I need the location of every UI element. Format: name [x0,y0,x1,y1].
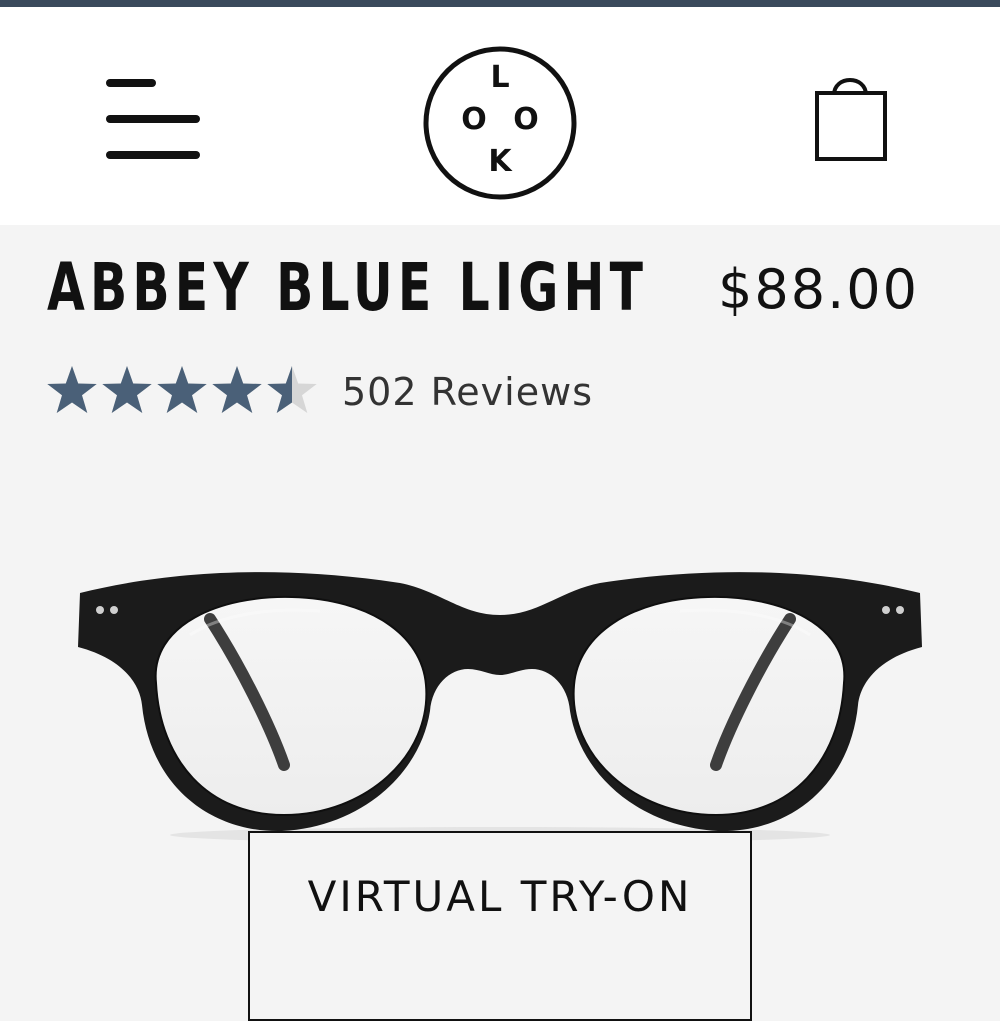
menu-button[interactable] [100,75,204,165]
logo-letter-4: K [488,144,513,179]
virtual-try-on-label: VIRTUAL TRY-ON [307,872,693,921]
star-icon [212,366,262,413]
shopping-bag-icon [815,78,887,161]
logo-letter-3: O [513,102,539,137]
logo-letter-2: O [461,102,487,137]
top-accent-strip [0,0,1000,7]
star-icon [47,366,97,413]
product-title: ABBEY BLUE LIGHT [47,249,649,326]
star-rating[interactable] [46,365,322,417]
logo-mark: L O O K [423,46,577,200]
site-header: L O O K [0,7,1000,225]
star-icon [157,366,207,413]
look-logo[interactable]: L O O K [420,43,580,203]
product-image-glasses [70,565,930,855]
logo-letter-1: L [490,60,509,95]
cart-button[interactable] [808,73,892,173]
product-price: $88.00 [718,258,919,321]
product-main: ABBEY BLUE LIGHT $88.00 502 Reviews VIRT… [0,225,1000,1021]
reviews-link[interactable]: 502 Reviews [342,373,593,411]
star-icon [102,366,152,413]
virtual-try-on-button[interactable]: VIRTUAL TRY-ON [248,831,752,1021]
